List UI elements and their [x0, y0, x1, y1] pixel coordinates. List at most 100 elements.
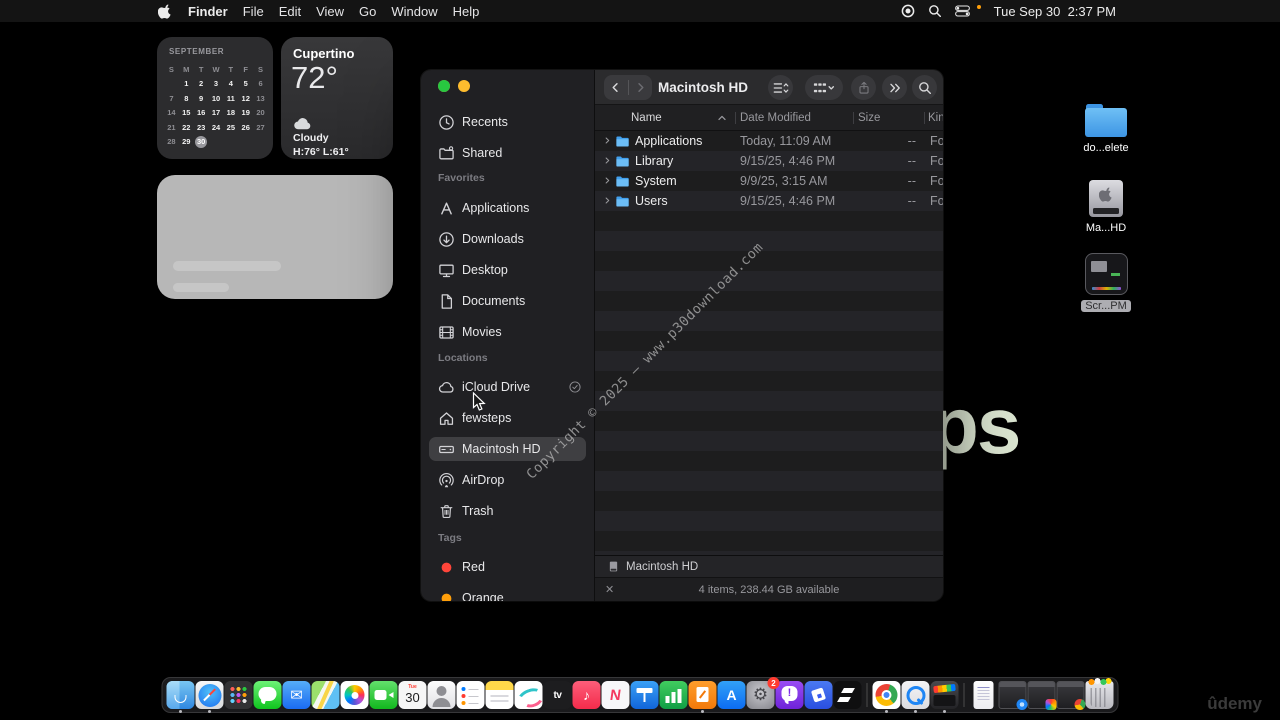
more-toolbar-button[interactable] — [882, 75, 907, 100]
sidebar-item-icloud-drive[interactable]: iCloud Drive — [429, 375, 586, 399]
spotlight-icon[interactable] — [928, 4, 942, 18]
dock-contacts[interactable] — [428, 681, 456, 709]
sidebar-section-favorites: Favorites — [438, 172, 485, 184]
disclosure-triangle-icon[interactable] — [602, 155, 613, 166]
list-view-button[interactable] — [768, 75, 793, 100]
dock-pages[interactable] — [689, 681, 717, 709]
disclosure-triangle-icon[interactable] — [602, 135, 613, 146]
column-header-date-modified[interactable]: Date Modified — [740, 105, 811, 131]
file-row-library[interactable]: Library9/15/25, 4:46 PM--Folder — [595, 151, 943, 171]
dock-messages[interactable] — [254, 681, 282, 709]
running-indicator — [943, 710, 946, 713]
menu-file[interactable]: File — [243, 4, 264, 19]
dock-numbers[interactable] — [660, 681, 688, 709]
column-header-size[interactable]: Size — [858, 105, 880, 131]
back-button[interactable] — [604, 75, 628, 100]
dock-calendar[interactable]: Tue30 — [399, 681, 427, 709]
sidebar-item-recents[interactable]: Recents — [429, 110, 586, 134]
share-button[interactable] — [851, 75, 876, 100]
search-button[interactable] — [912, 75, 937, 100]
file-row-users[interactable]: Users9/15/25, 4:46 PM--Folder — [595, 191, 943, 211]
dock-win1[interactable] — [999, 681, 1027, 709]
menu-bar-clock[interactable]: Tue Sep 30 2:37 PM — [994, 4, 1116, 19]
sidebar-item-downloads[interactable]: Downloads — [429, 227, 586, 251]
menu-edit[interactable]: Edit — [279, 4, 301, 19]
menu-view[interactable]: View — [316, 4, 344, 19]
reminders-icon — [457, 681, 485, 709]
desktop-icon-drive[interactable]: Ma...HD — [1076, 180, 1136, 234]
dock-tips[interactable]: ! — [776, 681, 804, 709]
calendar-widget[interactable]: SEPTEMBER SMTWTFS12345678910111213141516… — [157, 37, 273, 159]
dock-freeform[interactable] — [515, 681, 543, 709]
minimize-window-button[interactable] — [458, 80, 470, 92]
menu-app-name[interactable]: Finder — [188, 4, 228, 19]
dock-launchpad[interactable] — [225, 681, 253, 709]
dock-maps[interactable] — [312, 681, 340, 709]
zoom-window-button[interactable] — [438, 80, 450, 92]
sidebar-item-movies[interactable]: Movies — [429, 320, 586, 344]
dock-chrome[interactable] — [873, 681, 901, 709]
dock-roblox[interactable] — [805, 681, 833, 709]
dock-notes[interactable] — [486, 681, 514, 709]
menu-help[interactable]: Help — [453, 4, 480, 19]
dock-appstore[interactable]: A — [718, 681, 746, 709]
dock-news[interactable]: N — [602, 681, 630, 709]
dock-safari[interactable] — [196, 681, 224, 709]
dock-tv[interactable]: tv — [544, 681, 572, 709]
file-row-system[interactable]: System9/9/25, 3:15 AM--Folder — [595, 171, 943, 191]
dock-trash[interactable] — [1086, 681, 1114, 709]
tips-icon: ! — [776, 681, 804, 709]
calendar-grid: SMTWTFS123456789101112131415161718192021… — [164, 62, 268, 149]
file-date-modified: Today, 11:09 AM — [740, 131, 831, 151]
dock-reminders[interactable] — [457, 681, 485, 709]
sidebar-item-fewsteps[interactable]: fewsteps — [429, 406, 586, 430]
dock-settings[interactable]: ⚙2 — [747, 681, 775, 709]
file-kind: Folder — [930, 171, 943, 191]
dock-quicktime[interactable] — [902, 681, 930, 709]
sidebar-item-airdrop[interactable]: AirDrop — [429, 468, 586, 492]
disclosure-triangle-icon[interactable] — [602, 195, 613, 206]
sidebar-item-shared[interactable]: Shared — [429, 141, 586, 165]
column-header-kind[interactable]: Kind — [928, 105, 943, 131]
dock-finder[interactable] — [167, 681, 195, 709]
dock-music[interactable]: ♪ — [573, 681, 601, 709]
column-header-name[interactable]: Name — [631, 105, 662, 131]
dock-photos[interactable] — [341, 681, 369, 709]
sidebar-item-applications[interactable]: Applications — [429, 196, 586, 220]
sidebar-item-label: Downloads — [462, 232, 524, 246]
dock-win2[interactable] — [1028, 681, 1056, 709]
file-row-applications[interactable]: ApplicationsToday, 11:09 AM--Folder — [595, 131, 943, 151]
weather-temperature: 72° — [291, 60, 338, 96]
notes-icon — [486, 681, 514, 709]
sort-ascending-icon — [717, 105, 727, 131]
dock-docfile[interactable] — [970, 681, 998, 709]
running-indicator — [701, 710, 704, 713]
dock-keynote[interactable] — [631, 681, 659, 709]
dock-finalcut[interactable] — [931, 681, 959, 709]
finder-path-bar[interactable]: Macintosh HD — [595, 555, 943, 577]
sidebar-item-trash[interactable]: Trash — [429, 499, 586, 523]
menu-go[interactable]: Go — [359, 4, 376, 19]
disclosure-triangle-icon[interactable] — [602, 175, 613, 186]
control-center-icon[interactable] — [955, 5, 970, 17]
sidebar-item-red[interactable]: Red — [429, 555, 586, 579]
weather-widget[interactable]: Cupertino 72° Cloudy H:76° L:61° — [281, 37, 393, 159]
dock-darkapp[interactable] — [834, 681, 862, 709]
sidebar-item-desktop[interactable]: Desktop — [429, 258, 586, 282]
menu-window[interactable]: Window — [391, 4, 437, 19]
forward-button[interactable] — [629, 75, 653, 100]
win2-icon — [1028, 681, 1056, 709]
desktop-icon-screenshot[interactable]: Scr...PM — [1076, 253, 1136, 312]
sidebar-item-orange[interactable]: Orange — [429, 586, 586, 601]
file-date-modified: 9/9/25, 3:15 AM — [740, 171, 828, 191]
dock-mail[interactable]: ✉ — [283, 681, 311, 709]
dock-facetime[interactable] — [370, 681, 398, 709]
apple-menu-icon[interactable] — [158, 3, 173, 19]
group-view-button[interactable] — [805, 75, 843, 100]
desktop-icon-folder[interactable]: do...elete — [1076, 104, 1136, 154]
file-name: Applications — [635, 131, 702, 151]
file-size: -- — [850, 191, 916, 211]
dock-win3[interactable] — [1057, 681, 1085, 709]
sidebar-item-documents[interactable]: Documents — [429, 289, 586, 313]
screen-recording-indicator-icon[interactable] — [901, 4, 915, 18]
